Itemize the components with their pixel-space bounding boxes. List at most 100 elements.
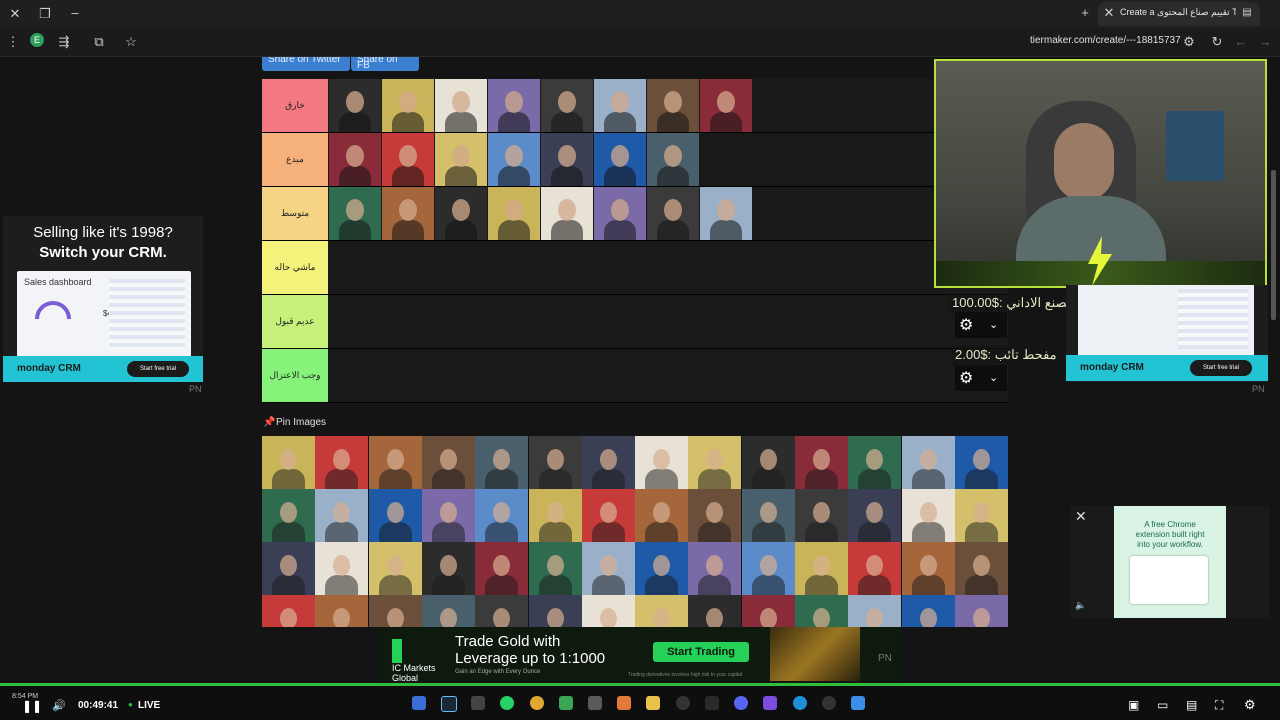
tier-image-tile[interactable]: [594, 133, 646, 186]
pool-image-tile[interactable]: [635, 436, 689, 489]
extensions-icon[interactable]: ⧉: [90, 34, 108, 52]
pool-image-tile[interactable]: [528, 489, 582, 542]
close-icon[interactable]: ✕: [6, 6, 24, 24]
pool-image-tile[interactable]: [741, 489, 795, 542]
chevron-down-icon[interactable]: ⌄: [989, 371, 998, 384]
bottom-ad[interactable]: IC Markets Global Trade Gold with Levera…: [380, 627, 900, 683]
pool-image-tile[interactable]: [475, 542, 529, 595]
pool-image-tile[interactable]: [581, 489, 635, 542]
tier-image-tile[interactable]: [488, 133, 540, 186]
pool-image-tile[interactable]: [368, 542, 422, 595]
app-icon[interactable]: [588, 696, 602, 710]
profile-avatar-icon[interactable]: E: [30, 33, 44, 47]
pool-image-tile[interactable]: [475, 595, 529, 627]
pool-image-tile[interactable]: [795, 542, 848, 595]
screen-icon[interactable]: ▣: [1128, 698, 1139, 712]
pause-icon[interactable]: ❚❚: [22, 699, 42, 713]
tier-image-tile[interactable]: [700, 187, 752, 240]
pool-image-tile[interactable]: [421, 489, 475, 542]
pool-image-tile[interactable]: [528, 436, 582, 489]
page-scrollbar[interactable]: [1271, 170, 1276, 320]
pool-image-tile[interactable]: [954, 489, 1008, 542]
pool-image-tile[interactable]: [368, 436, 422, 489]
pool-image-tile[interactable]: [528, 542, 582, 595]
volume-icon[interactable]: 🔊: [52, 699, 66, 712]
tier-image-tile[interactable]: [541, 133, 593, 186]
forward-icon[interactable]: ←: [1232, 34, 1250, 52]
pool-image-tile[interactable]: [262, 436, 315, 489]
fullscreen-icon[interactable]: ⛶: [1215, 698, 1223, 713]
pool-image-tile[interactable]: [795, 489, 848, 542]
pool-image-tile[interactable]: [741, 595, 795, 627]
folder-icon[interactable]: [646, 696, 660, 710]
tier-image-tile[interactable]: [435, 133, 487, 186]
pool-image-tile[interactable]: [848, 436, 902, 489]
tier-image-tile[interactable]: [594, 187, 646, 240]
pool-image-tile[interactable]: [901, 489, 955, 542]
pool-image-tile[interactable]: [954, 595, 1008, 627]
pool-image-tile[interactable]: [901, 542, 955, 595]
pool-image-tile[interactable]: [262, 542, 315, 595]
settings-gear-icon[interactable]: ⚙: [1244, 697, 1256, 713]
pool-image-tile[interactable]: [581, 542, 635, 595]
site-settings-icon[interactable]: ⚙: [1180, 34, 1198, 52]
pool-image-tile[interactable]: [741, 436, 795, 489]
tier-settings-control[interactable]: ⚙ ⌄: [955, 312, 1007, 338]
app-icon[interactable]: [763, 696, 777, 710]
pool-image-tile[interactable]: [581, 436, 635, 489]
pool-image-tile[interactable]: [848, 542, 902, 595]
menu-dots-icon[interactable]: ⋮: [4, 34, 22, 52]
tier-image-tile[interactable]: [488, 187, 540, 240]
pool-image-tile[interactable]: [901, 595, 955, 627]
tier-label[interactable]: مبدع: [262, 133, 328, 186]
pool-image-tile[interactable]: [848, 595, 902, 627]
active-tab[interactable]: ✕ Create a تقييم صناع المحتوى Tier ▤: [1098, 2, 1260, 26]
close-icon[interactable]: ✕: [1075, 508, 1087, 525]
pool-image-tile[interactable]: [368, 595, 422, 627]
tier-image-tile[interactable]: [700, 79, 752, 132]
address-bar[interactable]: tiermaker.com/create/---18815737: [1030, 35, 1181, 46]
pool-image-tile[interactable]: [954, 436, 1008, 489]
app-icon[interactable]: [559, 696, 573, 710]
pool-image-tile[interactable]: [688, 489, 742, 542]
pool-image-tile[interactable]: [262, 489, 315, 542]
app-icon[interactable]: [705, 696, 719, 710]
tier-label[interactable]: متوسط: [262, 187, 328, 240]
video-ad-popup[interactable]: ✕ A free Chrome extension built right in…: [1071, 506, 1269, 618]
pool-image-tile[interactable]: [954, 542, 1008, 595]
steam-icon[interactable]: [441, 696, 457, 712]
tier-label[interactable]: ماشي حاله: [262, 241, 328, 294]
pool-image-tile[interactable]: [795, 436, 848, 489]
bookmark-star-icon[interactable]: ☆: [122, 34, 140, 52]
pool-image-tile[interactable]: [368, 489, 422, 542]
ad-cta-button[interactable]: Start free trial: [127, 361, 189, 377]
pool-image-tile[interactable]: [475, 489, 529, 542]
mail-icon[interactable]: [471, 696, 485, 710]
share-twitter-button[interactable]: Share on Twitter: [262, 57, 350, 71]
pool-image-tile[interactable]: [581, 595, 635, 627]
back-icon[interactable]: →: [1256, 34, 1274, 52]
new-tab-icon[interactable]: +: [1076, 5, 1094, 23]
tier-label[interactable]: وجب الاعتزال: [262, 349, 328, 402]
gear-icon[interactable]: ⚙: [959, 368, 973, 388]
discord-icon[interactable]: [734, 696, 748, 710]
pool-image-tile[interactable]: [528, 595, 582, 627]
tier-image-tile[interactable]: [329, 133, 381, 186]
tier-image-tile[interactable]: [329, 187, 381, 240]
whatsapp-icon[interactable]: [500, 696, 514, 710]
left-ad[interactable]: Selling like it's 1998? Switch your CRM.…: [3, 216, 203, 382]
reload-icon[interactable]: ↻: [1208, 34, 1226, 52]
search-icon[interactable]: [822, 696, 836, 710]
pool-image-tile[interactable]: [635, 595, 689, 627]
tier-label[interactable]: عديم قبول: [262, 295, 328, 348]
tier-image-tile[interactable]: [329, 79, 381, 132]
app-icon[interactable]: [617, 696, 631, 710]
pool-image-tile[interactable]: [421, 436, 475, 489]
ad-cta-button[interactable]: Start free trial: [1190, 360, 1252, 376]
start-trading-button[interactable]: Start Trading: [653, 642, 749, 662]
pool-image-tile[interactable]: [315, 436, 369, 489]
app-icon[interactable]: [676, 696, 690, 710]
app-icon[interactable]: [412, 696, 426, 710]
theater-icon[interactable]: ▭: [1157, 698, 1168, 712]
speaker-icon[interactable]: 🔈: [1075, 600, 1086, 611]
